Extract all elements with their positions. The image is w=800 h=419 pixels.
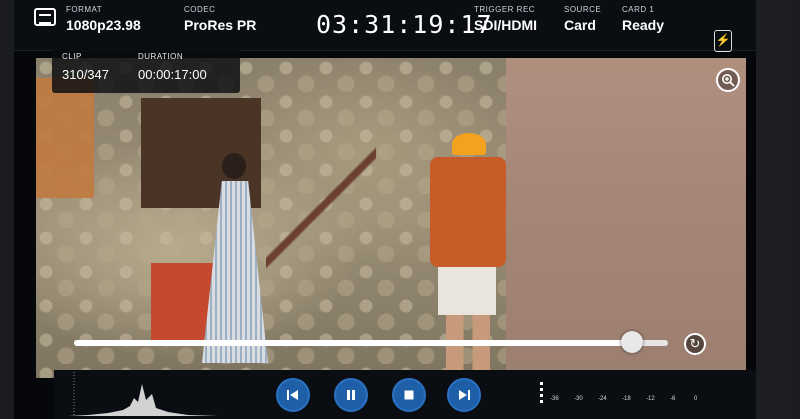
skip-forward-button[interactable] <box>447 378 481 412</box>
man-hat <box>452 133 486 155</box>
skip-back-button[interactable] <box>276 378 310 412</box>
clip-label: CLIP <box>62 52 82 61</box>
meter-tick-label: -30 <box>574 396 583 402</box>
source-value: Card <box>564 17 596 33</box>
skip-back-icon <box>287 390 298 400</box>
codec-label: CODEC <box>184 5 216 14</box>
orange-sign <box>36 78 94 198</box>
playback-scrubber[interactable] <box>74 331 668 353</box>
meter-tick-label: -24 <box>598 396 607 402</box>
card-label: CARD 1 <box>622 5 655 14</box>
clip-info-panel: CLIP 310/347 DURATION 00:00:17:00 <box>52 43 240 93</box>
format-label: FORMAT <box>66 5 103 14</box>
duration-value: 00:00:17:00 <box>138 67 207 82</box>
clip-value: 310/347 <box>62 67 109 82</box>
meter-segment <box>540 394 543 397</box>
scrubber-progress <box>74 340 633 346</box>
format-value: 1080p23.98 <box>66 17 141 33</box>
meter-tick-label: -12 <box>646 396 655 402</box>
meter-segment <box>540 400 543 403</box>
woman-head <box>222 153 246 179</box>
foreground-blur <box>506 58 746 378</box>
codec-indicator[interactable]: CODEC ProRes PR <box>184 5 256 33</box>
meter-segment <box>540 382 543 385</box>
card-indicator[interactable]: CARD 1 Ready <box>622 5 664 33</box>
source-indicator[interactable]: SOURCE Card <box>564 5 601 33</box>
woman-figure <box>196 153 276 363</box>
zoom-glyph <box>722 74 735 87</box>
menu-icon[interactable] <box>34 8 56 26</box>
source-label: SOURCE <box>564 5 602 14</box>
meter-tick-label: -18 <box>622 396 631 402</box>
man-legs <box>446 315 490 378</box>
man-shorts <box>438 267 496 315</box>
stop-button[interactable] <box>392 378 426 412</box>
staircase <box>266 88 376 328</box>
video-preview[interactable] <box>36 58 746 378</box>
meter-tick-label: -36 <box>550 396 559 402</box>
meter-segment <box>540 388 543 391</box>
card-value: Ready <box>622 17 665 33</box>
trigger-rec-label: TRIGGER REC <box>474 5 536 14</box>
woman-dress <box>202 181 268 363</box>
codec-value: ProRes PR <box>184 17 257 33</box>
skip-forward-icon <box>459 390 470 400</box>
format-indicator[interactable]: FORMAT 1080p23.98 <box>66 5 141 33</box>
timecode-display[interactable]: 03:31:19:17 <box>316 10 493 39</box>
histogram <box>68 372 218 416</box>
monitor-screen: FORMAT 1080p23.98 CODEC ProRes PR 03:31:… <box>14 0 756 419</box>
man-shirt <box>430 157 506 267</box>
loop-icon[interactable]: ↻ <box>684 333 706 355</box>
trigger-rec-value: SDI/HDMI <box>474 17 537 33</box>
pause-icon <box>347 390 355 400</box>
duration-label: DURATION <box>138 52 184 61</box>
trigger-rec-indicator[interactable]: TRIGGER REC SDI/HDMI <box>474 5 537 33</box>
bolt-icon[interactable]: ⚡ <box>714 30 732 52</box>
meter-tick-label: -6 <box>670 396 676 402</box>
pause-button[interactable] <box>334 378 368 412</box>
stop-icon <box>404 390 414 400</box>
zoom-in-icon[interactable] <box>716 68 740 92</box>
meter-tick-label: 0 <box>694 396 698 402</box>
